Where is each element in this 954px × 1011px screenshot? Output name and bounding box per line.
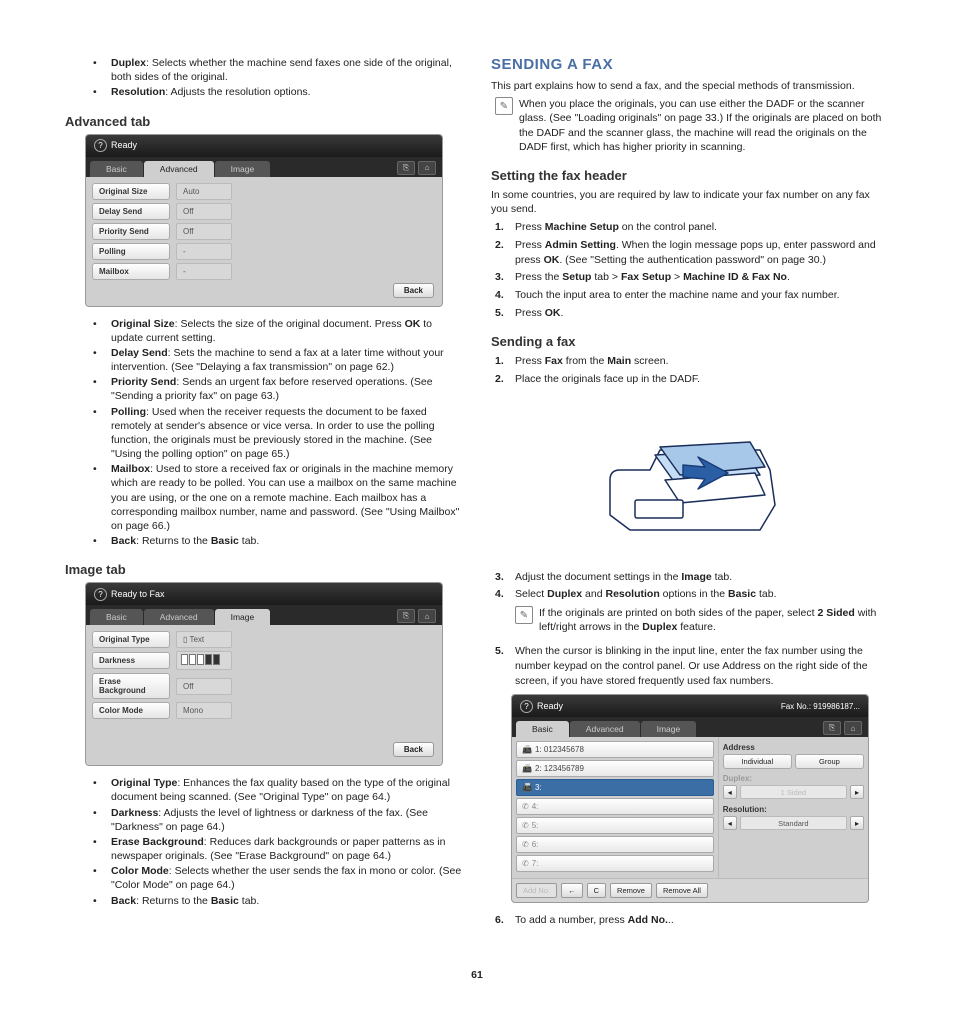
clear-button[interactable]: C [587, 883, 606, 898]
image-bullets: Original Type: Enhances the fax quality … [65, 776, 463, 908]
advanced-tab-heading: Advanced tab [65, 114, 463, 129]
image-tab-screenshot: ?Ready to Fax Basic Advanced Image ⎘⌂ Or… [85, 582, 443, 766]
chevron-left-icon[interactable]: ◂ [723, 785, 737, 799]
back-button[interactable]: Back [393, 742, 434, 757]
help-icon: ? [94, 139, 107, 152]
darkness-bars [181, 654, 220, 665]
left-column: Duplex: Selects whether the machine send… [65, 56, 463, 931]
advanced-bullets: Original Size: Selects the size of the o… [65, 317, 463, 549]
note-icon: ✎ [495, 97, 513, 115]
chevron-left-icon[interactable]: ◂ [723, 816, 737, 830]
arrow-left-button[interactable]: ← [561, 883, 583, 898]
image-tab-heading: Image tab [65, 562, 463, 577]
advanced-tab-screenshot: ?Ready Basic Advanced Image ⎘⌂ Original … [85, 134, 443, 307]
home-icon: ⌂ [418, 161, 436, 175]
help-icon: ? [94, 588, 107, 601]
setting-header-steps: 1.Press Machine Setup on the control pan… [491, 220, 889, 320]
group-button[interactable]: Group [795, 754, 864, 769]
clipboard-icon: ⎘ [397, 609, 415, 623]
page-number: 61 [0, 951, 954, 1011]
setting-fax-header-paragraph: In some countries, you are required by l… [491, 188, 889, 216]
phone-icon: ✆ [522, 859, 529, 868]
clipboard-icon: ⎘ [397, 161, 415, 175]
individual-button[interactable]: Individual [723, 754, 792, 769]
right-column: SENDING A FAX This part explains how to … [491, 56, 889, 931]
screenshot-tabs: Basic Advanced Image ⎘⌂ [86, 157, 442, 177]
fax-icon: 📠 [522, 745, 532, 754]
add-no-button[interactable]: Add No. [516, 883, 557, 898]
home-icon: ⌂ [418, 609, 436, 623]
remove-button[interactable]: Remove [610, 883, 652, 898]
note-icon: ✎ [515, 606, 533, 624]
home-icon: ⌂ [844, 721, 862, 735]
dadf-illustration [580, 395, 800, 558]
sending-a-fax-title: SENDING A FAX [491, 56, 889, 73]
screenshot-tabs: Basic Advanced Image ⎘⌂ [86, 605, 442, 625]
note-2sided: ✎ If the originals are printed on both s… [511, 606, 889, 634]
sending-fax-step-5: 5.When the cursor is blinking in the inp… [491, 644, 889, 688]
help-icon: ? [520, 700, 533, 713]
sending-fax-steps-1-2: 1.Press Fax from the Main screen. 2.Plac… [491, 354, 889, 386]
remove-all-button[interactable]: Remove All [656, 883, 708, 898]
fax-icon: 📠 [522, 783, 532, 792]
phone-icon: ✆ [522, 802, 529, 811]
note-dadf: ✎ When you place the originals, you can … [491, 97, 889, 154]
intro-bullets: Duplex: Selects whether the machine send… [65, 56, 463, 100]
setting-fax-header-heading: Setting the fax header [491, 168, 889, 183]
chevron-right-icon[interactable]: ▸ [850, 816, 864, 830]
fax-basic-screenshot: ?ReadyFax No.: 919986187... Basic Advanc… [511, 694, 869, 903]
back-button[interactable]: Back [393, 283, 434, 298]
fax-icon: 📠 [522, 764, 532, 773]
clipboard-icon: ⎘ [823, 721, 841, 735]
phone-icon: ✆ [522, 840, 529, 849]
sending-a-fax-heading: Sending a fax [491, 334, 889, 349]
sending-fax-step-6: 6.To add a number, press Add No... [491, 913, 889, 928]
sending-fax-steps-3-4: 3.Adjust the document settings in the Im… [491, 570, 889, 602]
phone-icon: ✆ [522, 821, 529, 830]
chevron-right-icon[interactable]: ▸ [850, 785, 864, 799]
intro-paragraph: This part explains how to send a fax, an… [491, 79, 889, 93]
